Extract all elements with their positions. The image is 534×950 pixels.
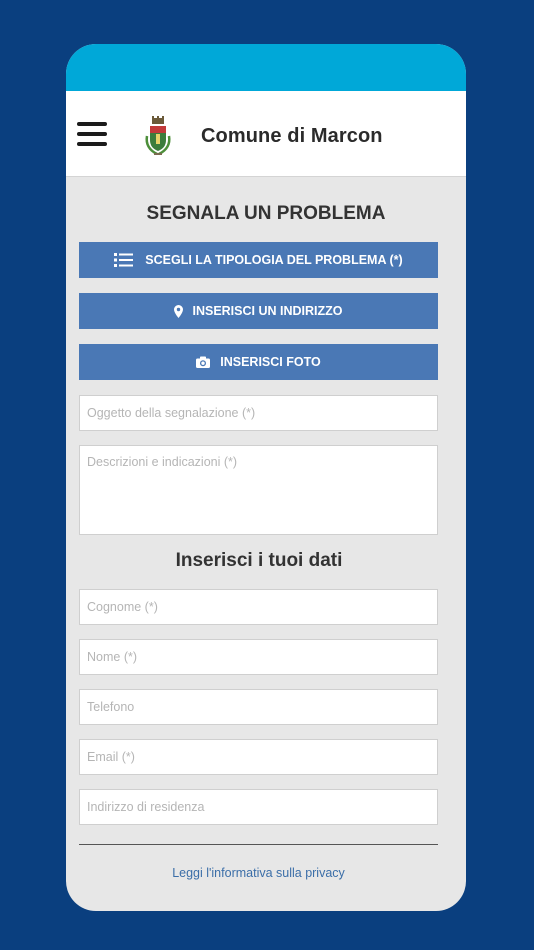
camera-icon [196,356,211,368]
insert-photo-label: INSERISCI FOTO [220,355,321,369]
phone-input[interactable] [79,689,438,725]
app-header: Comune di Marcon [66,91,466,177]
list-icon [114,253,134,267]
map-pin-icon [174,304,184,318]
description-textarea[interactable] [79,445,438,535]
privacy-link[interactable]: Leggi l'informativa sulla privacy [79,866,438,880]
insert-photo-button[interactable]: INSERISCI FOTO [79,344,438,380]
app-title: Comune di Marcon [201,125,383,147]
choose-typology-label: SCEGLI LA TIPOLOGIA DEL PROBLEMA (*) [145,253,403,267]
divider [79,844,438,845]
status-bar [66,44,466,91]
municipality-crest-icon [145,116,171,156]
insert-address-button[interactable]: INSERISCI UN INDIRIZZO [79,293,438,329]
insert-address-label: INSERISCI UN INDIRIZZO [192,304,343,318]
subject-input[interactable] [79,395,438,431]
personal-data-title: Inserisci i tuoi dati [175,550,343,571]
phone-frame: Comune di Marcon SEGNALA UN PROBLEMA SCE… [66,44,466,911]
name-input[interactable] [79,639,438,675]
email-input[interactable] [79,739,438,775]
residence-address-input[interactable] [79,789,438,825]
page-title: SEGNALA UN PROBLEMA [146,203,386,224]
form-content: SEGNALA UN PROBLEMA SCEGLI LA TIPOLOGIA … [66,177,466,880]
menu-icon[interactable] [77,122,107,148]
choose-typology-button[interactable]: SCEGLI LA TIPOLOGIA DEL PROBLEMA (*) [79,242,438,278]
surname-input[interactable] [79,589,438,625]
